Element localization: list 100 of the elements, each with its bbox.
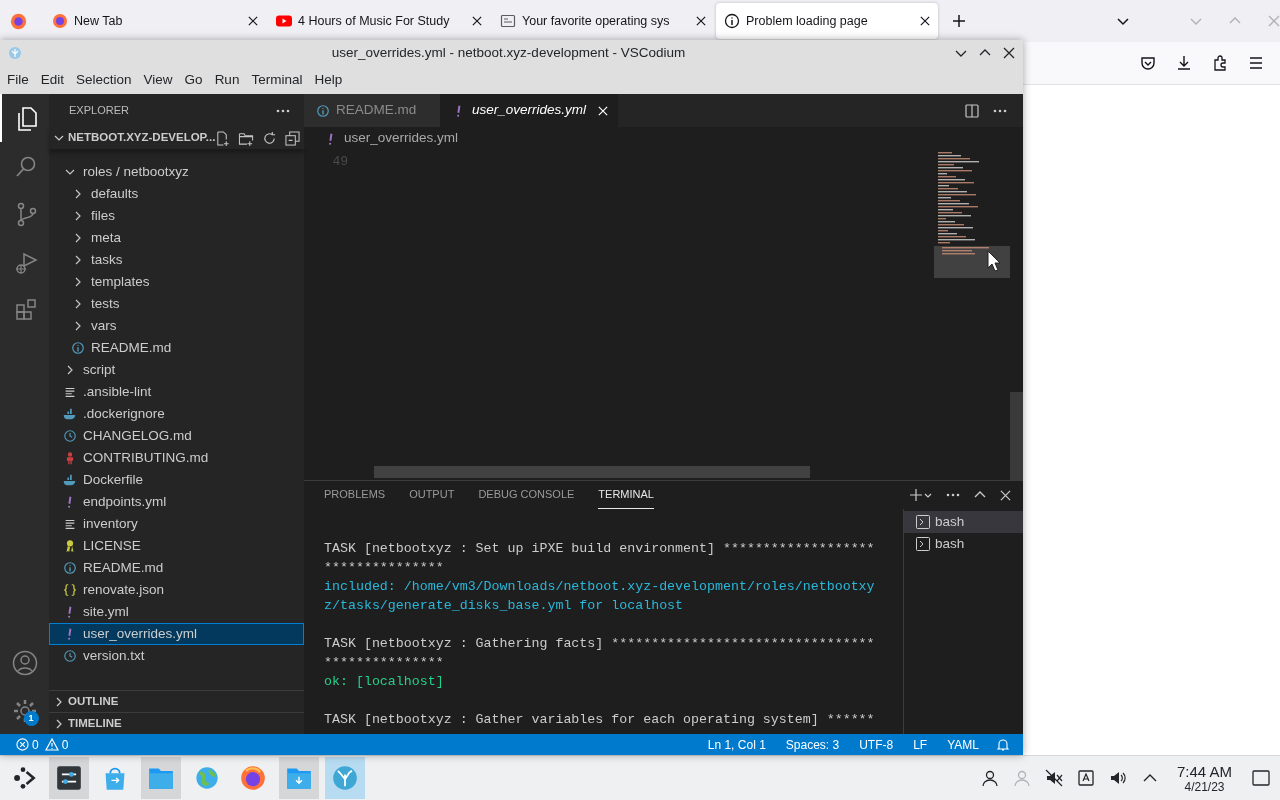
menu-item[interactable]: Run	[208, 69, 246, 91]
status-item[interactable]: Spaces: 3	[785, 735, 840, 754]
folder-header[interactable]: NETBOOT.XYZ-DEVELOP...	[53, 129, 216, 147]
tree-item[interactable]: README.md	[49, 337, 304, 359]
close-icon[interactable]	[472, 16, 482, 26]
tree-item[interactable]: .ansible-lint	[49, 381, 304, 403]
keyboard-icon[interactable]	[1076, 769, 1095, 787]
firefox-icon[interactable]	[10, 12, 27, 30]
tree-item[interactable]: README.md	[49, 557, 304, 579]
notification-badge: 1	[23, 711, 39, 726]
menu-item[interactable]: Edit	[34, 69, 71, 91]
menu-icon[interactable]	[1248, 55, 1264, 71]
pocket-icon[interactable]	[1140, 55, 1156, 71]
more-icon[interactable]	[276, 108, 290, 113]
tree-item[interactable]: roles / netbootxyz	[49, 161, 304, 183]
tree-item[interactable]: defaults	[49, 183, 304, 205]
scrollbar-thumb[interactable]	[374, 466, 810, 478]
error-icon	[16, 738, 29, 751]
clock-time[interactable]: 7:44 AM	[1176, 763, 1232, 779]
clock-icon	[63, 429, 77, 443]
more-icon[interactable]	[993, 108, 1007, 113]
terminal-output[interactable]: TASK [netbootxyz : Set up iPXE build environment] ******************* *************** included: /home/vm3/Downloads/netboot.xyz-development/roles/netbootxy z/tasks/generate_disks_base.yml for localhost TASK [netbootxyz : Gathering facts] ********************************* *************** ok: [localhost] TASK [netbootxyz : Gather variables for each operating system] ******	[304, 509, 903, 734]
menu-item[interactable]: Terminal	[245, 69, 309, 91]
tree-item[interactable]: site.yml	[49, 601, 304, 623]
panel-tab[interactable]: DEBUG CONSOLE	[478, 481, 575, 509]
speaker-icon[interactable]	[1108, 769, 1127, 787]
coral-icon	[332, 765, 358, 791]
new-file-icon[interactable]	[215, 130, 231, 146]
new-folder-icon[interactable]	[238, 130, 255, 146]
tree-item[interactable]: meta	[49, 227, 304, 249]
bell-icon[interactable]	[997, 738, 1009, 751]
download-icon[interactable]	[1176, 55, 1192, 71]
tree-item[interactable]: CONTRIBUTING.md	[49, 447, 304, 469]
tree-item[interactable]: LICENSE	[49, 535, 304, 557]
info-icon	[316, 103, 330, 118]
tree-item[interactable]: CHANGELOG.md	[49, 425, 304, 447]
panel-tab[interactable]: PROBLEMS	[324, 481, 386, 509]
user-icon[interactable]	[980, 769, 999, 787]
tree-item[interactable]: .dockerignore	[49, 403, 304, 425]
tree-item[interactable]: templates	[49, 271, 304, 293]
extensions-icon[interactable]	[1212, 55, 1228, 71]
more-icon[interactable]	[946, 493, 960, 497]
clock-icon	[63, 649, 77, 663]
status-item[interactable]: UTF-8	[859, 735, 894, 754]
terminal-icon	[916, 515, 930, 529]
sidebar-title: EXPLORER	[69, 103, 129, 119]
browser-tab[interactable]: Your favorite operating sys	[492, 3, 714, 39]
menu-item[interactable]: Help	[308, 69, 349, 91]
firefox-icon	[240, 765, 266, 791]
status-item[interactable]: Ln 1, Col 1	[707, 735, 766, 754]
close-icon[interactable]	[1003, 47, 1015, 59]
collapse-all-icon[interactable]	[285, 130, 301, 146]
breadcrumb-item[interactable]: user_overrides.yml	[324, 128, 459, 149]
globe-icon	[194, 765, 220, 791]
tree-item[interactable]: tests	[49, 293, 304, 315]
show-desktop-icon[interactable]	[1252, 770, 1270, 786]
status-item[interactable]: YAML	[947, 735, 979, 754]
editor-tab[interactable]: README.md	[304, 94, 440, 127]
terminal-item[interactable]: bash	[904, 533, 1023, 555]
new-terminal-icon[interactable]	[910, 489, 932, 501]
close-icon[interactable]	[696, 16, 706, 26]
status-item[interactable]: LF	[913, 735, 928, 754]
tree-item[interactable]: inventory	[49, 513, 304, 535]
clock-date: 4/21/23	[1184, 780, 1225, 793]
tree-item[interactable]: endpoints.yml	[49, 491, 304, 513]
tree-item[interactable]: user_overrides.yml	[49, 623, 304, 645]
new-tab-icon[interactable]	[952, 14, 966, 28]
tree-item[interactable]: files	[49, 205, 304, 227]
browser-tab[interactable]: New Tab	[44, 3, 266, 39]
panel-tab[interactable]: TERMINAL	[598, 481, 654, 509]
tree-item[interactable]: script	[49, 359, 304, 381]
tree-item[interactable]: Dockerfile	[49, 469, 304, 491]
muted-speaker-icon[interactable]	[1044, 769, 1063, 787]
close-icon[interactable]	[248, 16, 258, 26]
menu-item[interactable]: Go	[178, 69, 209, 91]
video-icon	[276, 13, 292, 29]
menu-item[interactable]: File	[1, 69, 35, 91]
scrollbar-thumb[interactable]	[1010, 392, 1023, 480]
editor-tab[interactable]: user_overrides.yml	[440, 94, 619, 127]
browser-tab[interactable]: 4 Hours of Music For Study	[268, 3, 490, 39]
taskbar-button[interactable]	[49, 757, 89, 799]
split-editor-icon[interactable]	[965, 103, 979, 118]
terminal-item[interactable]: bash	[904, 511, 1023, 533]
browser-tab[interactable]: Problem loading page	[716, 3, 938, 39]
whale-icon	[63, 407, 77, 421]
tree-item[interactable]: version.txt	[49, 645, 304, 667]
tree-item[interactable]: vars	[49, 315, 304, 337]
window-title: user_overrides.yml - netboot.xyz-development - VSCodium	[331, 43, 686, 62]
account-icon[interactable]	[11, 650, 38, 676]
tree-item[interactable]: renovate.json	[49, 579, 304, 601]
section-header[interactable]: OUTLINE	[49, 690, 304, 712]
menu-item[interactable]: View	[137, 69, 179, 91]
problems-status[interactable]: 0 0	[16, 735, 69, 754]
menu-item[interactable]: Selection	[70, 69, 138, 91]
refresh-icon[interactable]	[262, 130, 278, 146]
tree-item[interactable]: tasks	[49, 249, 304, 271]
close-icon[interactable]	[920, 16, 930, 26]
panel-tab[interactable]: OUTPUT	[409, 481, 455, 509]
app-icon	[8, 46, 22, 60]
lines-icon	[63, 385, 77, 399]
